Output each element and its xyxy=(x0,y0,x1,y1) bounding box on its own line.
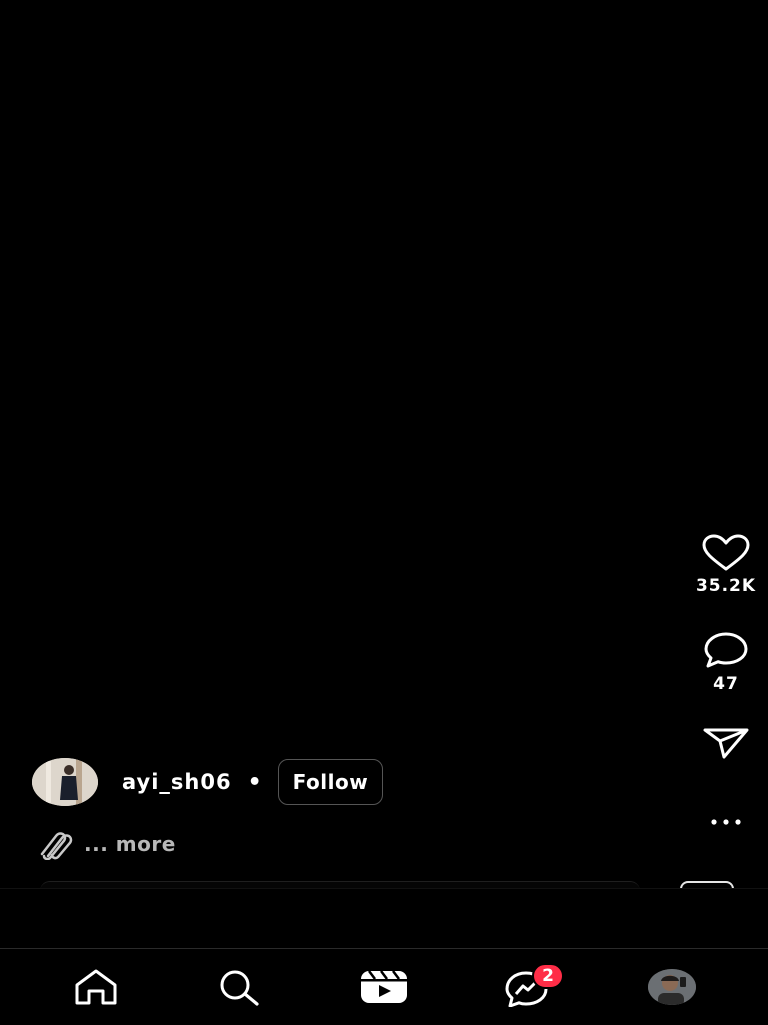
home-icon xyxy=(75,969,117,1005)
comment-button[interactable]: 47 xyxy=(684,630,768,694)
reels-icon xyxy=(361,970,407,1003)
comment-icon xyxy=(704,632,748,668)
caption-row: ... more xyxy=(34,828,176,860)
heart-icon xyxy=(702,534,750,571)
like-button[interactable]: 35.2K xyxy=(684,534,768,596)
messages-badge: 2 xyxy=(532,963,564,989)
video-player[interactable] xyxy=(0,0,768,888)
like-count: 35.2K xyxy=(695,576,757,596)
bottom-tab-bar: 2 xyxy=(0,948,768,1025)
action-rail: 35.2K 47 xyxy=(684,0,768,888)
more-options-button[interactable] xyxy=(684,812,768,832)
author-row: ayi_sh06 • Follow xyxy=(32,758,384,806)
paperclip-icon xyxy=(40,832,73,860)
separator-dot: • xyxy=(247,769,262,795)
search-icon xyxy=(220,970,259,1006)
author-avatar[interactable] xyxy=(32,758,98,806)
send-icon xyxy=(703,728,749,759)
bottom-spacer xyxy=(0,888,768,949)
tab-messages[interactable]: 2 xyxy=(500,963,564,1011)
tab-search[interactable] xyxy=(211,963,267,1011)
more-dots-icon xyxy=(711,819,741,825)
share-button[interactable] xyxy=(684,726,768,760)
caption-more-link[interactable]: ... more xyxy=(84,832,176,856)
tab-reels[interactable] xyxy=(356,963,412,1011)
author-username[interactable]: ayi_sh06 xyxy=(122,770,232,794)
tab-profile[interactable] xyxy=(644,963,700,1011)
comment-count: 47 xyxy=(713,674,739,694)
profile-avatar xyxy=(648,969,696,1005)
follow-button[interactable]: Follow xyxy=(277,759,384,805)
profile-avatar-image xyxy=(648,969,696,1005)
tab-home[interactable] xyxy=(68,963,124,1011)
author-avatar-image xyxy=(32,758,98,806)
